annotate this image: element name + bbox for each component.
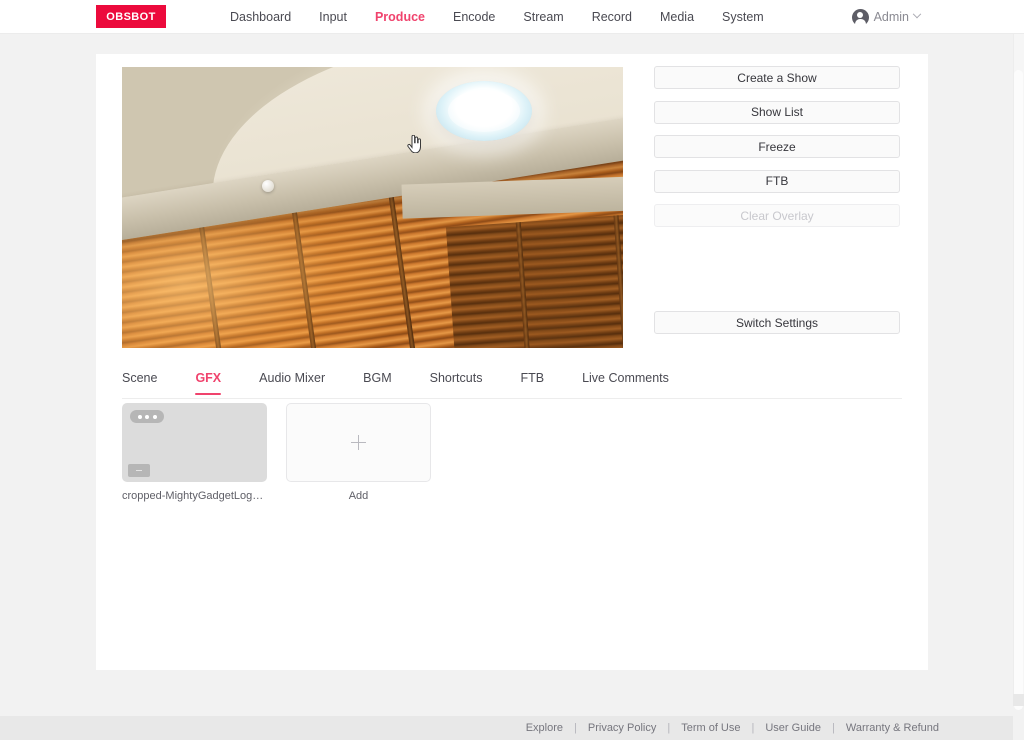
tab-shortcuts[interactable]: Shortcuts [430, 371, 483, 394]
gfx-item-label: cropped-MightyGadgetLogo... [122, 490, 267, 502]
pointing-hand-cursor [407, 135, 421, 153]
blind-rail [197, 213, 231, 348]
scrollbar-corner [1013, 694, 1024, 706]
footer-separator: | [741, 722, 766, 734]
user-name-label: Admin [874, 10, 909, 24]
footer-separator: | [821, 722, 846, 734]
tab-audio-mixer[interactable]: Audio Mixer [259, 371, 325, 394]
gfx-add-label: Add [286, 490, 431, 502]
main-nav: Dashboard Input Produce Encode Stream Re… [230, 0, 764, 34]
tab-gfx[interactable]: GFX [195, 371, 221, 394]
blind-rail [290, 200, 324, 348]
obsbot-logo[interactable]: OBSBOT [96, 5, 166, 28]
blind-rail [516, 222, 534, 348]
footer-link-term-of-use[interactable]: Term of Use [681, 722, 740, 734]
top-navigation-bar: OBSBOT Dashboard Input Produce Encode St… [0, 0, 1024, 34]
clear-overlay-button: Clear Overlay [654, 204, 900, 227]
user-avatar-icon [852, 9, 869, 26]
nav-item-dashboard[interactable]: Dashboard [230, 0, 291, 34]
footer-link-warranty-refund[interactable]: Warranty & Refund [846, 722, 939, 734]
user-menu[interactable]: Admin [852, 0, 920, 34]
create-a-show-button[interactable]: Create a Show [654, 66, 900, 89]
gfx-grid: cropped-MightyGadgetLogo... Add [122, 403, 431, 502]
gfx-add-item: Add [286, 403, 431, 502]
produce-card: Create a Show Show List Freeze FTB Clear… [96, 54, 928, 670]
ftb-button[interactable]: FTB [654, 170, 900, 193]
nav-item-media[interactable]: Media [660, 0, 694, 34]
window-blinds-shadow [446, 207, 623, 348]
blind-rail [613, 215, 623, 348]
ceiling-sensor [262, 180, 274, 192]
plus-icon [351, 435, 366, 450]
nav-item-stream[interactable]: Stream [523, 0, 563, 34]
add-gfx-button[interactable] [286, 403, 431, 482]
footer-link-explore[interactable]: Explore [526, 722, 563, 734]
gfx-thumbnail[interactable] [122, 403, 267, 482]
footer-link-user-guide[interactable]: User Guide [765, 722, 821, 734]
freeze-button[interactable]: Freeze [654, 135, 900, 158]
footer-separator: | [656, 722, 681, 734]
ceiling-light-fixture [436, 81, 532, 141]
nav-item-input[interactable]: Input [319, 0, 347, 34]
gfx-item: cropped-MightyGadgetLogo... [122, 403, 267, 502]
footer-link-privacy-policy[interactable]: Privacy Policy [588, 722, 656, 734]
tab-ftb[interactable]: FTB [520, 371, 544, 394]
produce-tabs: Scene GFX Audio Mixer BGM Shortcuts FTB … [122, 371, 902, 399]
nav-item-produce[interactable]: Produce [375, 0, 425, 34]
nav-item-encode[interactable]: Encode [453, 0, 495, 34]
chevron-down-icon [913, 10, 921, 18]
nav-item-record[interactable]: Record [592, 0, 632, 34]
video-preview[interactable] [122, 67, 623, 348]
tab-bgm[interactable]: BGM [363, 371, 391, 394]
tab-scene[interactable]: Scene [122, 371, 157, 394]
footer-separator: | [563, 722, 588, 734]
vertical-scrollbar-thumb[interactable] [1014, 70, 1023, 710]
show-list-button[interactable]: Show List [654, 101, 900, 124]
switch-settings-button[interactable]: Switch Settings [654, 311, 900, 334]
show-controls-panel: Create a Show Show List Freeze FTB Clear… [654, 66, 900, 346]
minimize-badge-icon[interactable] [128, 464, 150, 477]
ceiling-light-glow [448, 90, 520, 132]
vertical-scrollbar-track[interactable] [1013, 34, 1024, 706]
more-dots-icon[interactable] [130, 410, 164, 423]
nav-item-system[interactable]: System [722, 0, 764, 34]
tab-live-comments[interactable]: Live Comments [582, 371, 669, 394]
page-body: Create a Show Show List Freeze FTB Clear… [0, 34, 1013, 682]
footer-bar: Explore | Privacy Policy | Term of Use |… [0, 716, 1013, 740]
